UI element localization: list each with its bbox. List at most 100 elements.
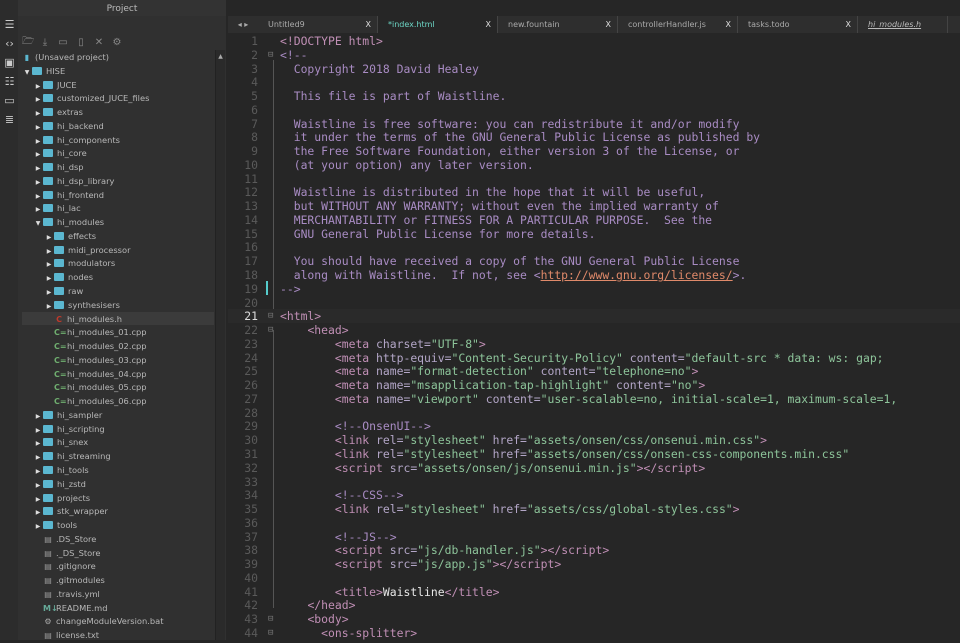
tree-item[interactable]: ▼ HISE bbox=[22, 64, 214, 78]
list-icon[interactable]: ≣ bbox=[2, 113, 17, 126]
folder-icon bbox=[43, 190, 53, 199]
fold-toggle-icon[interactable]: ⊟ bbox=[268, 48, 273, 62]
new-file-icon[interactable]: ▯ bbox=[76, 37, 86, 48]
code-token: "assets/onsen/css/onsen-css-components.m… bbox=[526, 446, 850, 461]
tree-item-label: hi_modules.h bbox=[67, 313, 123, 324]
tab-controllerhandler-js[interactable]: controllerHandler.js X bbox=[618, 16, 738, 33]
tree-item-label: changeModuleVersion.bat bbox=[56, 616, 164, 627]
tree-item[interactable]: ▶ modulators bbox=[22, 256, 214, 270]
tree-item-label: hi_modules_05.cpp bbox=[67, 382, 147, 393]
code-line: 42 </head> bbox=[228, 598, 960, 612]
tree-scrollbar[interactable]: ▲ bbox=[215, 50, 225, 640]
scroll-up-icon[interactable]: ▲ bbox=[216, 53, 225, 60]
open-folder-icon[interactable]: 🗁 bbox=[22, 34, 34, 51]
close-tab-icon[interactable]: X bbox=[846, 16, 851, 34]
tree-item[interactable]: ▶ hi_scripting bbox=[22, 422, 214, 436]
tree-item[interactable]: ▶ projects bbox=[22, 491, 214, 505]
tree-item[interactable]: ▶ hi_components bbox=[22, 133, 214, 147]
tree-item[interactable]: C=hi_modules_01.cpp bbox=[22, 325, 214, 339]
fold-toggle-icon[interactable]: ⊟ bbox=[268, 612, 273, 626]
tree-item[interactable]: ▶ hi_zstd bbox=[22, 477, 214, 491]
tree-item[interactable]: ▶ hi_core bbox=[22, 146, 214, 160]
tree-item[interactable]: Chi_modules.h bbox=[22, 311, 214, 326]
folder-icon bbox=[43, 424, 53, 433]
close-tab-icon[interactable]: X bbox=[726, 16, 731, 34]
tree-item[interactable]: ▶ hi_snex bbox=[22, 435, 214, 449]
code-line: 1 <!DOCTYPE html> bbox=[228, 34, 960, 48]
tree-item[interactable]: ▶ raw bbox=[22, 284, 214, 298]
tree-item[interactable]: C=hi_modules_04.cpp bbox=[22, 367, 214, 381]
tree-item[interactable]: ▤ .travis.yml bbox=[22, 587, 214, 601]
tree-item[interactable]: ▶ hi_tools bbox=[22, 463, 214, 477]
tree-item[interactable]: ▶ customized_JUCE_files bbox=[22, 91, 214, 105]
tree-item[interactable]: ▤ ._DS_Store bbox=[22, 546, 214, 560]
close-tab-icon[interactable]: X bbox=[366, 16, 371, 34]
delete-icon[interactable]: ✕ bbox=[94, 37, 104, 48]
close-tab-icon[interactable]: X bbox=[606, 16, 611, 34]
code-token: "msapplication-tap-highlight" bbox=[410, 378, 610, 393]
tree-item[interactable]: ▶ hi_dsp bbox=[22, 160, 214, 174]
tree-item[interactable]: C=hi_modules_03.cpp bbox=[22, 353, 214, 367]
line-number: 29 bbox=[244, 419, 258, 434]
tree-item[interactable]: ⚙ changeModuleVersion.bat bbox=[22, 614, 214, 628]
tab-tasks-todo[interactable]: tasks.todo X bbox=[738, 16, 858, 33]
tree-item[interactable]: ▶ synthesisers bbox=[22, 298, 214, 312]
folder-icon bbox=[43, 438, 53, 447]
tree-item-label: hi_modules_02.cpp bbox=[67, 341, 147, 352]
tree-item[interactable]: C=hi_modules_05.cpp bbox=[22, 380, 214, 394]
tree-item[interactable]: ▶ hi_backend bbox=[22, 119, 214, 133]
tab-hi-modules-h[interactable]: hi_modules.h bbox=[858, 16, 948, 33]
tree-item[interactable]: ▶ tools bbox=[22, 518, 214, 532]
tree-item[interactable]: ▼ hi_modules bbox=[22, 215, 214, 229]
line-text: <script src="js/app.js"></script> bbox=[280, 557, 561, 571]
tab-new-fountain[interactable]: new.fountain X bbox=[498, 16, 618, 33]
tree-item[interactable]: ▶ hi_lac bbox=[22, 201, 214, 215]
line-number: 34 bbox=[244, 488, 258, 503]
code-line: 9 the Free Software Foundation, either v… bbox=[228, 144, 960, 158]
code-editor[interactable]: 1 <!DOCTYPE html> 2 ⊟ <!-- 3 Copyright 2018 D… bbox=[228, 33, 960, 640]
tree-item[interactable]: ▶ midi_processor bbox=[22, 243, 214, 257]
tree-item[interactable]: ▤ .gitignore bbox=[22, 559, 214, 573]
fold-toggle-icon[interactable]: ⊟ bbox=[268, 323, 273, 337]
code-line: 19 --> bbox=[228, 282, 960, 296]
line-text: <meta name="viewport" content="user-scal… bbox=[280, 392, 897, 406]
close-tab-icon[interactable]: X bbox=[486, 16, 491, 34]
tree-item[interactable]: ▶ nodes bbox=[22, 270, 214, 284]
tree-item[interactable]: ▶ stk_wrapper bbox=[22, 504, 214, 518]
window-icon[interactable]: ▭ bbox=[2, 94, 17, 107]
code-token: > bbox=[760, 433, 767, 448]
tree-item[interactable]: ▶ hi_streaming bbox=[22, 449, 214, 463]
new-folder-icon[interactable]: ▭ bbox=[58, 37, 68, 48]
tab-untitled9[interactable]: Untitled9 X bbox=[258, 16, 378, 33]
code-token: rel= bbox=[376, 502, 404, 517]
package-icon[interactable]: ▣ bbox=[2, 56, 17, 69]
line-number: 38 bbox=[244, 543, 258, 558]
tab-label: tasks.todo bbox=[748, 20, 790, 29]
line-number: 33 bbox=[244, 474, 258, 489]
tree-item[interactable]: ▶ hi_dsp_library bbox=[22, 174, 214, 188]
tree-item[interactable]: C=hi_modules_02.cpp bbox=[22, 339, 214, 353]
menu-icon[interactable]: ☰ bbox=[2, 18, 17, 31]
tree-item[interactable]: C=hi_modules_06.cpp bbox=[22, 394, 214, 408]
download-icon[interactable]: ⤓ bbox=[40, 37, 50, 48]
line-number: 19 bbox=[244, 281, 258, 296]
tree-item[interactable]: ▤ .DS_Store bbox=[22, 532, 214, 546]
tree-item[interactable]: M↓README.md bbox=[22, 601, 214, 615]
fold-toggle-icon[interactable]: ⊟ bbox=[268, 309, 273, 323]
tree-item[interactable]: ▶ hi_frontend bbox=[22, 188, 214, 202]
line-number: 11 bbox=[244, 171, 258, 186]
tree-item[interactable]: ▶ hi_sampler bbox=[22, 408, 214, 422]
tab-nav-arrows[interactable]: ◂ ▸ bbox=[228, 16, 258, 33]
tree-item[interactable]: ▶ JUCE bbox=[22, 78, 214, 92]
settings-icon[interactable]: ⚙ bbox=[112, 37, 122, 48]
tree-item[interactable]: ▮ (Unsaved project) bbox=[22, 50, 214, 64]
outline-icon[interactable]: ☷ bbox=[2, 75, 17, 88]
url-link[interactable]: http://www.gnu.org/licenses/ bbox=[541, 268, 733, 282]
fold-toggle-icon[interactable]: ⊟ bbox=[268, 626, 273, 640]
tab--index-html[interactable]: *index.html X bbox=[378, 16, 498, 33]
tree-item[interactable]: ▶ extras bbox=[22, 105, 214, 119]
code-view-icon[interactable]: ‹› bbox=[2, 37, 17, 50]
tree-item[interactable]: ▤ .gitmodules bbox=[22, 573, 214, 587]
tree-item[interactable]: ▶ effects bbox=[22, 229, 214, 243]
code-line: 23 <meta charset="UTF-8"> bbox=[228, 337, 960, 351]
